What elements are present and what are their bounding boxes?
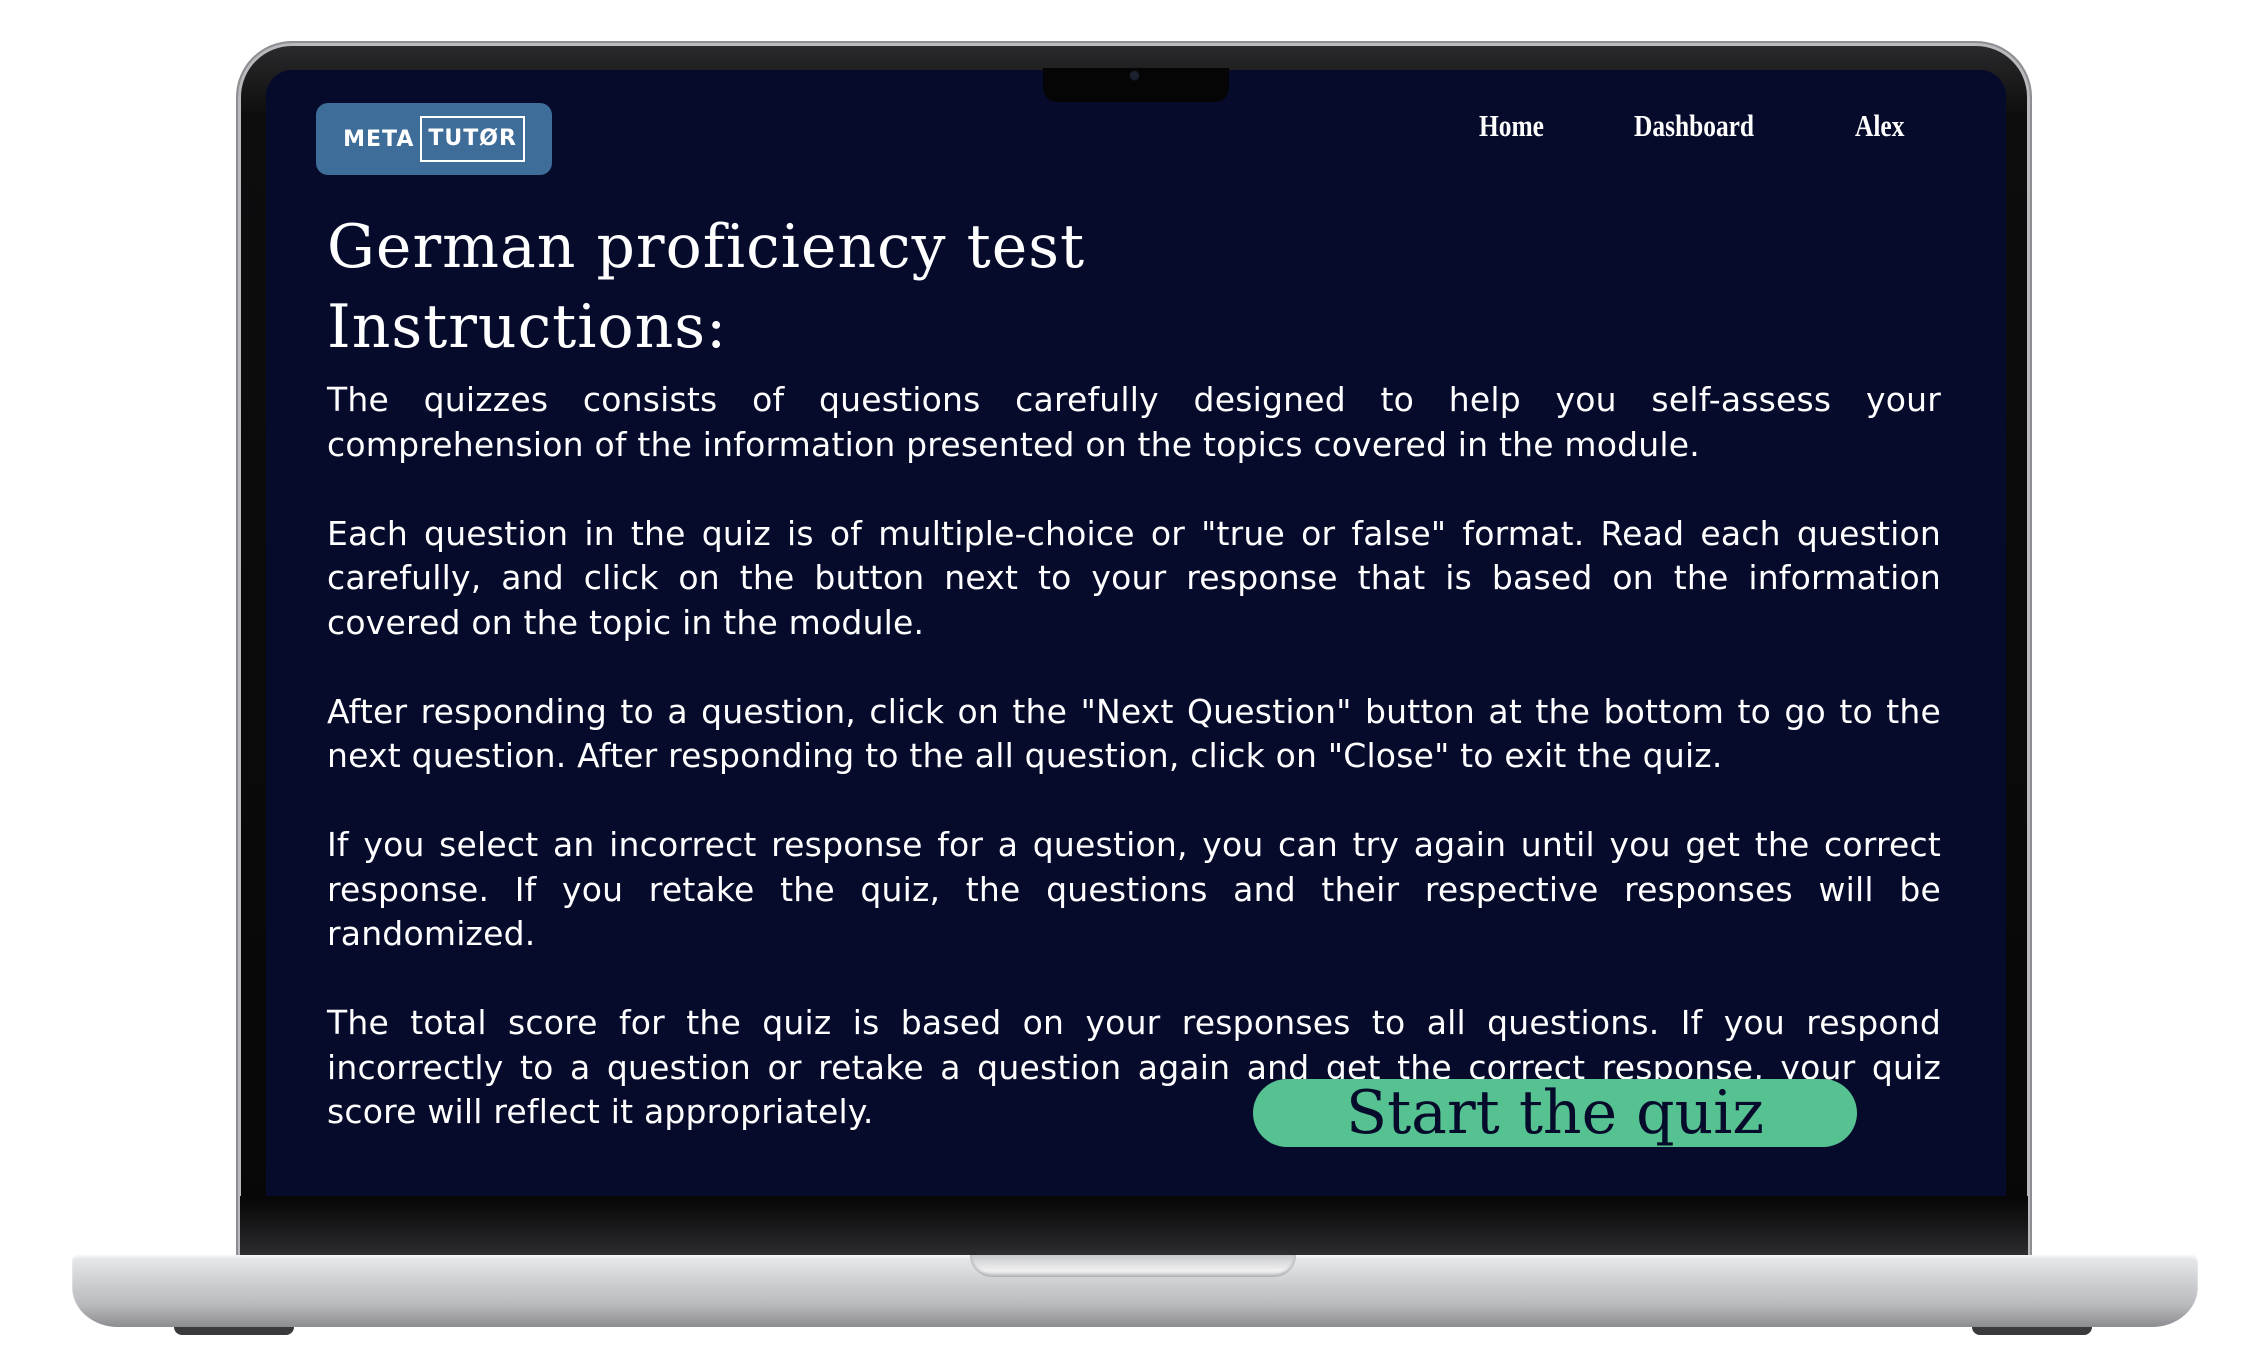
logo-text-tutor: TUTØR [420, 116, 525, 162]
instruction-paragraph: If you select an incorrect response for … [327, 825, 1941, 953]
app-screen: META TUTØR Home Dashboard Alex German pr… [266, 70, 2006, 1196]
instructions-body: The quizzes consists of questions carefu… [327, 378, 1941, 1179]
laptop-foot-right [1972, 1327, 2092, 1335]
instructions-heading: Instructions: [327, 292, 728, 362]
nav-user-link[interactable]: Alex [1855, 108, 1904, 144]
camera-icon [1130, 71, 1139, 80]
instruction-paragraph: Each question in the quiz is of multiple… [327, 513, 1941, 642]
laptop-foot-left [174, 1327, 294, 1335]
laptop-chin [240, 1196, 2028, 1256]
laptop-opening-notch [970, 1255, 1296, 1277]
nav-dashboard-link[interactable]: Dashboard [1634, 108, 1754, 144]
nav-home-link[interactable]: Home [1479, 108, 1544, 144]
page-title: German proficiency test [327, 212, 1086, 282]
laptop-mockup: META TUTØR Home Dashboard Alex German pr… [0, 0, 2268, 1360]
instruction-paragraph: The quizzes consists of questions carefu… [327, 380, 1941, 464]
logo-text-meta: META [343, 126, 415, 152]
meta-tutor-logo[interactable]: META TUTØR [316, 103, 552, 175]
start-quiz-button[interactable]: Start the quiz [1253, 1079, 1857, 1147]
instruction-paragraph: After responding to a question, click on… [327, 691, 1941, 776]
